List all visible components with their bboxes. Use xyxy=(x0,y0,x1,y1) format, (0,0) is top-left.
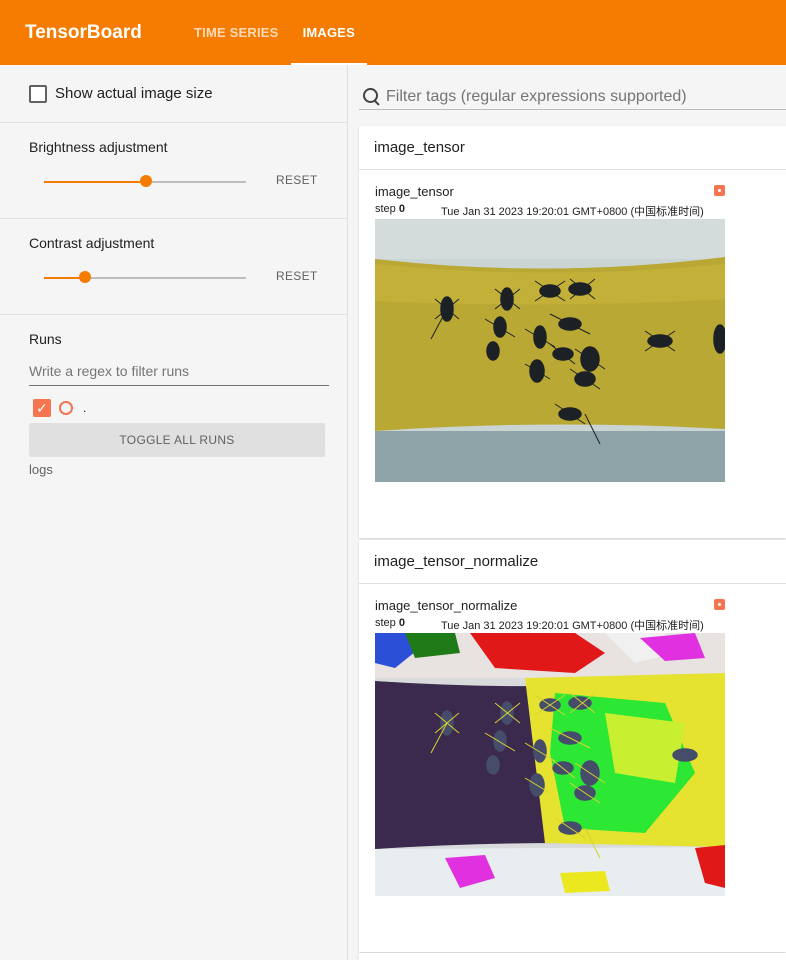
run-item[interactable]: ✓ . xyxy=(33,399,86,417)
tag-filter-input[interactable]: Filter tags (regular expressions support… xyxy=(386,88,687,106)
image-card-step: step 0 xyxy=(375,203,405,215)
main-content: Filter tags (regular expressions support… xyxy=(359,65,786,960)
contrast-section: Contrast adjustment RESET xyxy=(0,219,347,315)
show-actual-size-row[interactable]: Show actual image size xyxy=(0,65,347,123)
contrast-reset-button[interactable]: RESET xyxy=(276,269,318,283)
step-value: 0 xyxy=(398,203,405,215)
image-card-title: image_tensor_normalize xyxy=(375,598,518,613)
image-tensor-normalize-preview[interactable] xyxy=(375,633,725,896)
contrast-slider-thumb[interactable] xyxy=(79,271,91,283)
brightness-label: Brightness adjustment xyxy=(29,139,168,155)
image-card-step: step 0 xyxy=(375,617,405,629)
run-checkbox[interactable]: ✓ xyxy=(33,399,51,417)
image-card-title: image_tensor xyxy=(375,184,454,199)
contrast-label: Contrast adjustment xyxy=(29,235,155,251)
image-tensor-preview[interactable] xyxy=(375,219,725,482)
run-color-icon xyxy=(714,185,725,196)
toggle-all-runs-button[interactable]: TOGGLE ALL RUNS xyxy=(29,423,325,457)
brightness-section: Brightness adjustment RESET xyxy=(0,123,347,219)
search-icon xyxy=(362,87,382,107)
contrast-slider[interactable] xyxy=(44,271,246,283)
brightness-reset-button[interactable]: RESET xyxy=(276,173,318,187)
brightness-slider-thumb[interactable] xyxy=(140,175,152,187)
runs-title: Runs xyxy=(29,331,62,347)
image-card: image_tensor_normalize step 0 Tue Jan 31… xyxy=(359,584,786,952)
runs-filter-input[interactable]: Write a regex to filter runs xyxy=(29,359,329,386)
sidebar: Show actual image size Brightness adjust… xyxy=(0,65,348,960)
brightness-slider-fill xyxy=(44,181,146,183)
image-card-timestamp: Tue Jan 31 2023 19:20:01 GMT+0800 (中国标准时… xyxy=(441,206,704,218)
brand-title: TensorBoard xyxy=(25,21,142,43)
brightness-slider[interactable] xyxy=(44,175,246,187)
show-actual-size-label: Show actual image size xyxy=(55,85,213,102)
tag-group-header[interactable]: image_tensor xyxy=(359,126,786,170)
tag-group-header[interactable]: image_tensor_normalize xyxy=(359,540,786,584)
image-card: image_tensor step 0 Tue Jan 31 2023 19:2… xyxy=(359,170,786,538)
top-app-bar: TensorBoard TIME SERIES IMAGES xyxy=(0,0,786,65)
step-label: step xyxy=(375,203,396,215)
run-name: . xyxy=(83,401,87,415)
logdir-label: logs xyxy=(29,462,53,477)
show-actual-size-checkbox[interactable] xyxy=(29,84,47,103)
run-color-icon[interactable] xyxy=(59,401,73,415)
step-label: step xyxy=(375,617,396,629)
tag-group-image-tensor-normalize: image_tensor_normalize image_tensor_norm… xyxy=(359,540,786,952)
tag-group-image-tensor: image_tensor image_tensor step 0 Tue Jan… xyxy=(359,126,786,538)
tag-filter[interactable]: Filter tags (regular expressions support… xyxy=(359,84,786,110)
tag-group-next xyxy=(359,953,786,960)
tab-time-series[interactable]: TIME SERIES xyxy=(182,0,291,65)
step-value: 0 xyxy=(398,617,405,629)
run-color-icon xyxy=(714,599,725,610)
tab-images[interactable]: IMAGES xyxy=(290,0,368,65)
image-card-timestamp: Tue Jan 31 2023 19:20:01 GMT+0800 (中国标准时… xyxy=(441,620,704,632)
